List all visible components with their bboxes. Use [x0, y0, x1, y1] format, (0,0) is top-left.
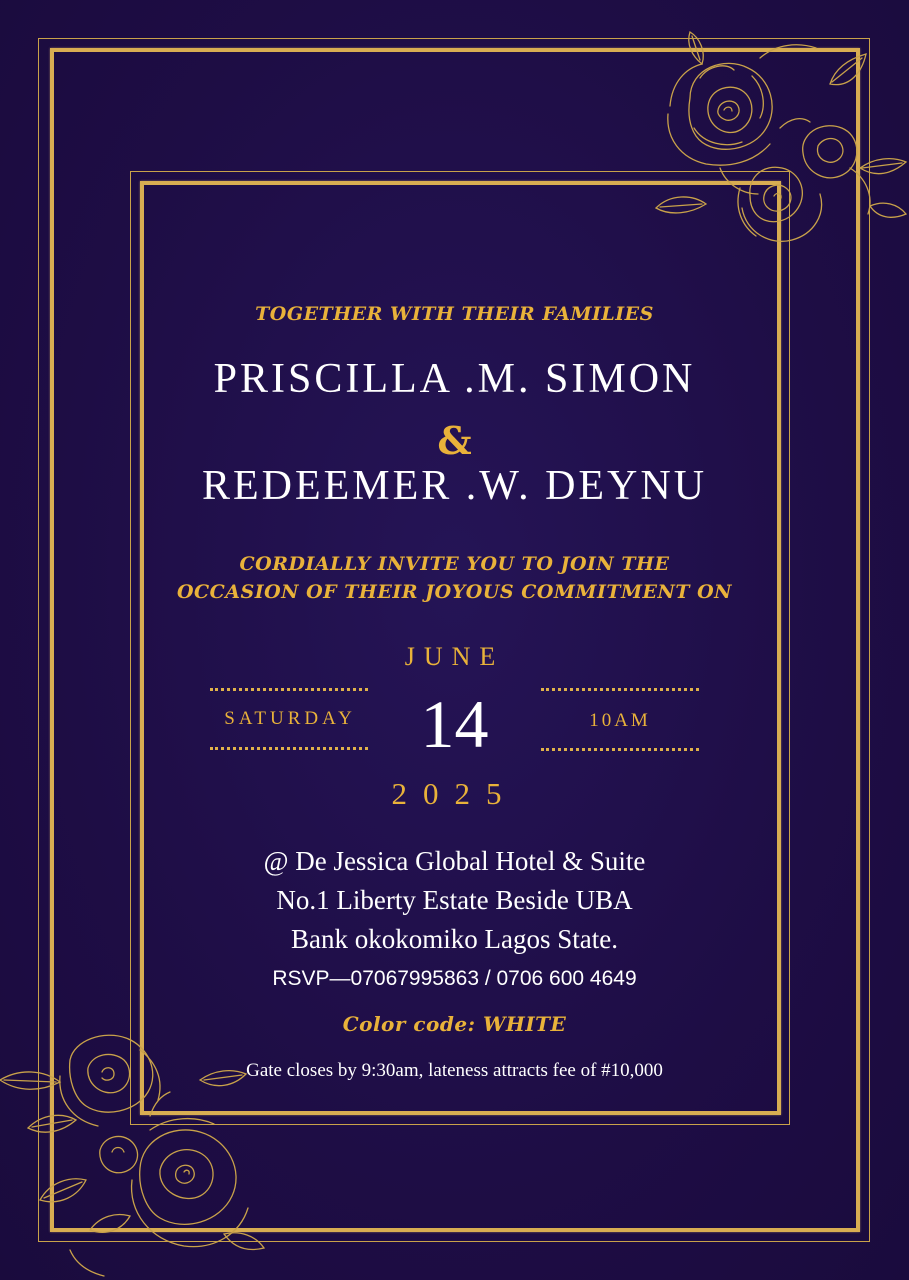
venue-line-3: Bank okokomiko Lagos State.: [291, 924, 618, 954]
invitation-card: TOGETHER WITH THEIR FAMILIES PRISCILLA .…: [0, 0, 909, 1280]
event-year: 2025: [391, 776, 518, 811]
invitation-line-2: OCCASION OF THEIR JOYOUS COMMITMENT ON: [176, 581, 733, 603]
venue-line-1: @ De Jessica Global Hotel & Suite: [263, 846, 646, 876]
ampersand: &: [437, 418, 472, 463]
event-time: 10AM: [589, 710, 651, 731]
rsvp-contact: RSVP—07067995863 / 0706 600 4649: [272, 967, 637, 990]
bride-name: PRISCILLA .M. SIMON: [213, 356, 696, 402]
event-day: 14: [420, 686, 489, 762]
groom-name: REDEEMER .W. DEYNU: [201, 463, 708, 509]
rose-bouquet-top-right-icon: [654, 31, 908, 242]
gate-notice: Gate closes by 9:30am, lateness attracts…: [246, 1060, 663, 1081]
rose-bouquet-bottom-left-icon: [0, 1034, 266, 1277]
event-month: JUNE: [404, 642, 505, 671]
invitation-line-1: CORDIALLY INVITE YOU TO JOIN THE: [239, 553, 670, 575]
venue-line-2: No.1 Liberty Estate Beside UBA: [276, 885, 633, 915]
color-code: Color code: WHITE: [342, 1012, 567, 1036]
together-with-families-text: TOGETHER WITH THEIR FAMILIES: [255, 303, 654, 325]
